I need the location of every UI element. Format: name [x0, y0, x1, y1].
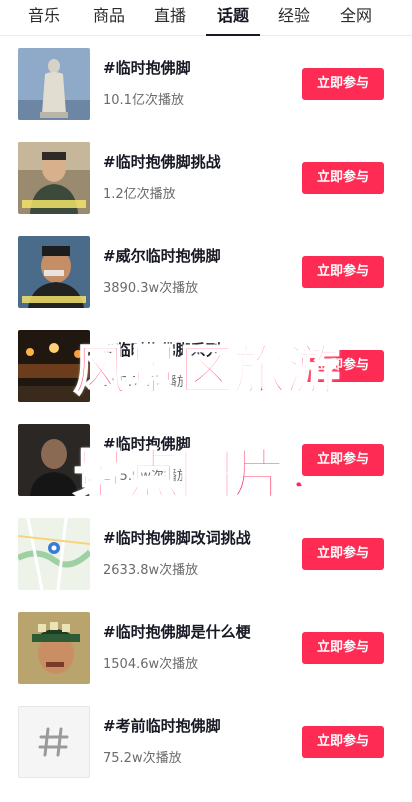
- topic-thumbnail[interactable]: [18, 236, 90, 308]
- overlay-caption-line2: 景点图片，: [73, 442, 341, 507]
- topic-row[interactable]: #威尔临时抱佛脚 3890.3w次播放 立即参与: [0, 224, 412, 318]
- tab-music[interactable]: 音乐: [18, 0, 70, 36]
- topic-thumbnail[interactable]: [18, 612, 90, 684]
- topic-thumbnail[interactable]: [18, 142, 90, 214]
- topic-title[interactable]: #临时抱佛脚: [103, 57, 191, 78]
- topic-title[interactable]: #临时抱佛脚挑战: [103, 151, 221, 172]
- topic-thumbnail[interactable]: [18, 518, 90, 590]
- topic-play-count: 75.2w次播放: [103, 751, 182, 766]
- topic-title[interactable]: #威尔临时抱佛脚: [103, 245, 221, 266]
- overlay-caption-line1: 风景区旅游: [73, 338, 341, 403]
- join-button[interactable]: 立即参与: [302, 632, 384, 664]
- tab-live[interactable]: 直播: [144, 0, 196, 36]
- topic-play-count: 1504.6w次播放: [103, 657, 199, 672]
- topic-play-count: 2633.8w次播放: [103, 563, 199, 578]
- topic-play-count: 3890.3w次播放: [103, 281, 199, 296]
- tab-topics[interactable]: 话题: [206, 0, 260, 36]
- join-button[interactable]: 立即参与: [302, 162, 384, 194]
- join-button[interactable]: 立即参与: [302, 68, 384, 100]
- topic-thumbnail[interactable]: [18, 706, 90, 778]
- topic-row[interactable]: #临时抱佛脚是什么梗 1504.6w次播放 立即参与: [0, 600, 412, 694]
- topic-play-count: 1.2亿次播放: [103, 187, 176, 202]
- tab-products[interactable]: 商品: [83, 0, 135, 36]
- tab-web[interactable]: 全网: [330, 0, 382, 36]
- topic-thumbnail[interactable]: [18, 48, 90, 120]
- hash-icon: [38, 727, 69, 757]
- topic-title[interactable]: #临时抱佛脚改词挑战: [103, 527, 251, 548]
- topic-row[interactable]: #考前临时抱佛脚 75.2w次播放 立即参与: [0, 694, 412, 788]
- join-button[interactable]: 立即参与: [302, 256, 384, 288]
- tab-experience[interactable]: 经验: [268, 0, 320, 36]
- join-button[interactable]: 立即参与: [302, 726, 384, 758]
- topic-title[interactable]: #考前临时抱佛脚: [103, 715, 221, 736]
- tab-bar: 音乐 商品 直播 话题 经验 全网: [0, 0, 412, 36]
- topic-row[interactable]: #临时抱佛脚 10.1亿次播放 立即参与: [0, 36, 412, 130]
- join-button[interactable]: 立即参与: [302, 538, 384, 570]
- topic-play-count: 10.1亿次播放: [103, 93, 184, 108]
- topic-row[interactable]: #临时抱佛脚改词挑战 2633.8w次播放 立即参与: [0, 506, 412, 600]
- topic-title[interactable]: #临时抱佛脚是什么梗: [103, 621, 251, 642]
- topic-row[interactable]: #临时抱佛脚挑战 1.2亿次播放 立即参与: [0, 130, 412, 224]
